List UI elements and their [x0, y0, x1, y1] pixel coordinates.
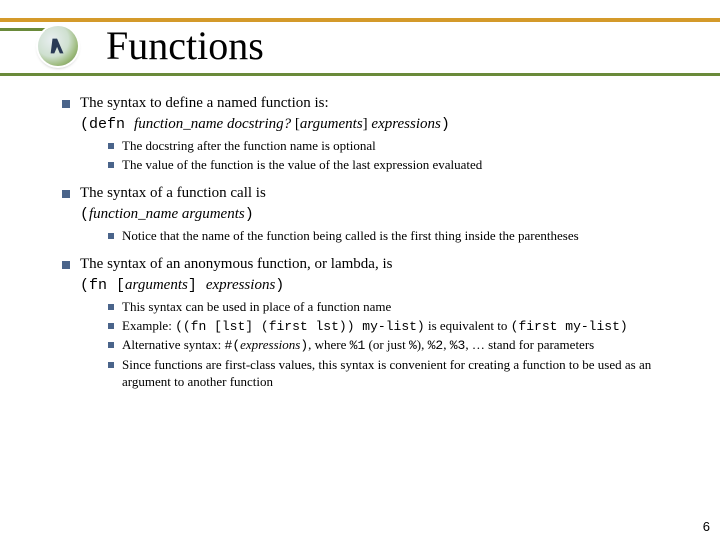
bullet-lambda: The syntax of an anonymous function, or … [62, 255, 684, 391]
lambda-logo-icon [38, 26, 78, 66]
divider-green [0, 73, 720, 76]
bullet-call: The syntax of a function call is (functi… [62, 184, 684, 245]
text: The syntax of a function call is [80, 185, 266, 201]
sub-bullet: Alternative syntax: #(expressions), wher… [108, 337, 684, 355]
sub-bullet: Example: ((fn [lst] (first lst)) my-list… [108, 318, 684, 336]
text: The syntax to define a named function is… [80, 95, 329, 111]
sub-bullet: Since functions are first-class values, … [108, 357, 684, 390]
fn-syntax: (fn [arguments] expressions) [80, 276, 684, 295]
sub-bullet: The value of the function is the value o… [108, 157, 684, 174]
call-syntax: (function_name arguments) [80, 205, 684, 224]
defn-syntax: (defn function_name docstring? [argument… [80, 115, 684, 134]
header-band: Functions [0, 0, 720, 76]
slide-body: The syntax to define a named function is… [0, 76, 720, 390]
sub-bullet: Notice that the name of the function bei… [108, 228, 684, 245]
slide-title: Functions [106, 22, 264, 69]
page-number: 6 [703, 519, 710, 534]
sub-bullet: The docstring after the function name is… [108, 138, 684, 155]
bullet-defn: The syntax to define a named function is… [62, 94, 684, 174]
text: The syntax of an anonymous function, or … [80, 256, 392, 272]
sub-bullet: This syntax can be used in place of a fu… [108, 299, 684, 316]
